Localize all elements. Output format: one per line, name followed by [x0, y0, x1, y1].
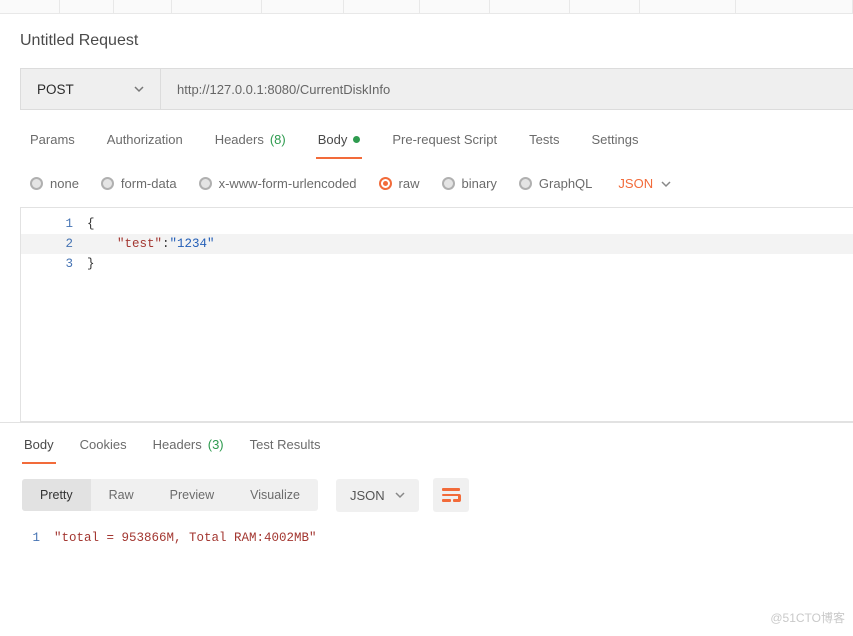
bodytype-urlencoded[interactable]: x-www-form-urlencoded — [199, 176, 357, 191]
tab-authorization[interactable]: Authorization — [105, 132, 185, 159]
bodytype-formdata[interactable]: form-data — [101, 176, 177, 191]
radio-icon — [30, 177, 43, 190]
radio-icon — [442, 177, 455, 190]
url-input[interactable]: http://127.0.0.1:8080/CurrentDiskInfo — [161, 69, 853, 109]
line-number: 1 — [0, 528, 54, 548]
tab-tests[interactable]: Tests — [527, 132, 561, 159]
bodytype-binary[interactable]: binary — [442, 176, 497, 191]
resp-tab-headers[interactable]: Headers (3) — [151, 437, 226, 464]
resp-tab-testresults[interactable]: Test Results — [248, 437, 323, 464]
bodytype-none[interactable]: none — [30, 176, 79, 191]
request-body-editor[interactable]: 1 { 2 "test":"1234" 3 } — [20, 207, 853, 422]
bodytype-graphql[interactable]: GraphQL — [519, 176, 592, 191]
radio-icon — [519, 177, 532, 190]
view-raw[interactable]: Raw — [91, 479, 152, 511]
url-value: http://127.0.0.1:8080/CurrentDiskInfo — [177, 82, 390, 97]
bodytype-raw[interactable]: raw — [379, 176, 420, 191]
response-tabs: Body Cookies Headers (3) Test Results — [0, 423, 853, 464]
resp-headers-count: (3) — [208, 437, 224, 452]
tab-prerequest[interactable]: Pre-request Script — [390, 132, 499, 159]
resp-tab-cookies[interactable]: Cookies — [78, 437, 129, 464]
response-format-select[interactable]: JSON — [336, 479, 419, 512]
chevron-down-icon — [395, 490, 405, 500]
method-select[interactable]: POST — [21, 69, 161, 109]
chevron-down-icon — [661, 179, 671, 189]
radio-selected-icon — [379, 177, 392, 190]
request-title[interactable]: Untitled Request — [0, 14, 853, 68]
line-number: 3 — [21, 254, 87, 274]
response-body-editor[interactable]: 1 "total = 953866M, Total RAM:4002MB" — [0, 512, 853, 548]
wrap-lines-button[interactable] — [433, 478, 469, 512]
body-language-select[interactable]: JSON — [618, 176, 671, 191]
body-type-row: none form-data x-www-form-urlencoded raw… — [0, 160, 853, 207]
view-visualize[interactable]: Visualize — [232, 479, 318, 511]
radio-icon — [199, 177, 212, 190]
watermark: @51CTO博客 — [770, 609, 845, 626]
tab-settings[interactable]: Settings — [589, 132, 640, 159]
response-view-segment: Pretty Raw Preview Visualize — [22, 479, 318, 511]
chevron-down-icon — [134, 84, 144, 94]
tab-params[interactable]: Params — [28, 132, 77, 159]
line-number: 2 — [21, 234, 87, 254]
headers-count: (8) — [270, 132, 286, 147]
wrap-icon — [442, 488, 460, 502]
request-row: POST http://127.0.0.1:8080/CurrentDiskIn… — [20, 68, 853, 110]
response-controls: Pretty Raw Preview Visualize JSON — [0, 464, 853, 512]
request-tabs: Params Authorization Headers (8) Body Pr… — [0, 110, 853, 160]
top-tab-strip — [0, 0, 853, 14]
view-preview[interactable]: Preview — [152, 479, 232, 511]
line-number: 1 — [21, 214, 87, 234]
tab-body[interactable]: Body — [316, 132, 363, 159]
resp-tab-body[interactable]: Body — [22, 437, 56, 464]
tab-headers[interactable]: Headers (8) — [213, 132, 288, 159]
radio-icon — [101, 177, 114, 190]
view-pretty[interactable]: Pretty — [22, 479, 91, 511]
body-modified-dot-icon — [353, 136, 360, 143]
method-value: POST — [37, 82, 74, 97]
